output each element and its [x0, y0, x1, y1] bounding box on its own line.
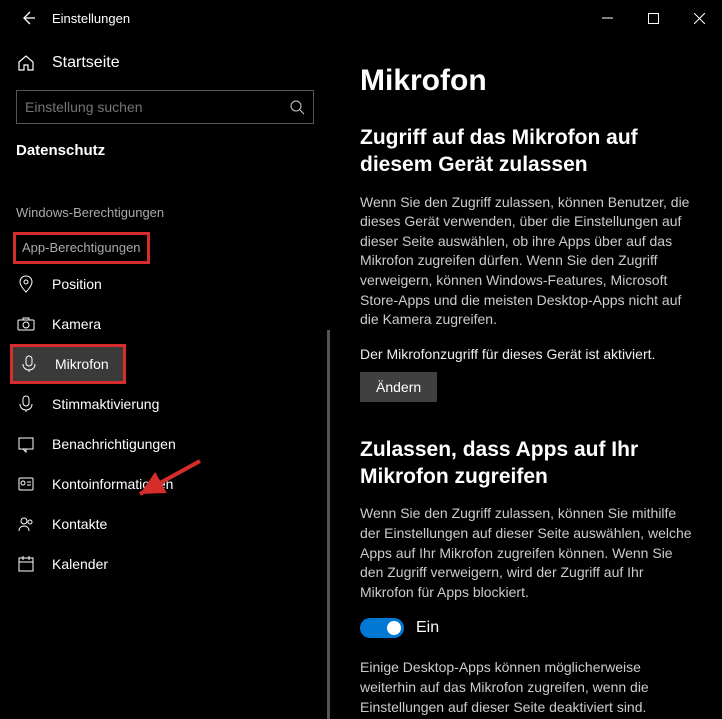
sidebar-item-benachrichtigungen[interactable]: Benachrichtigungen: [0, 424, 330, 464]
section-title: Zulassen, dass Apps auf Ihr Mikrofon zug…: [360, 436, 692, 491]
search-input[interactable]: [16, 90, 314, 124]
change-button[interactable]: Ändern: [360, 372, 437, 402]
account-icon: [16, 475, 36, 493]
sidebar-item-label: Kamera: [52, 316, 101, 332]
sidebar-item-konto[interactable]: Kontoinformationen: [0, 464, 330, 504]
sidebar-item-label: Mikrofon: [55, 356, 109, 372]
titlebar: Einstellungen: [0, 0, 722, 36]
toggle-label: Ein: [416, 619, 439, 637]
section-body: Wenn Sie den Zugriff zulassen, können Si…: [360, 504, 692, 602]
section-windows-perms: Windows-Berechtigungen: [0, 177, 330, 232]
search-icon: [289, 99, 305, 115]
sidebar-item-mikrofon[interactable]: Mikrofon: [13, 347, 123, 381]
section-app-perms: App-Berechtigungen: [13, 232, 150, 264]
home-link[interactable]: Startseite: [0, 44, 330, 82]
sidebar-item-kalender[interactable]: Kalender: [0, 544, 330, 584]
main-content: Mikrofon Zugriff auf das Mikrofon auf di…: [330, 36, 722, 719]
sidebar-item-stimme[interactable]: Stimmaktivierung: [0, 384, 330, 424]
close-button[interactable]: [676, 2, 722, 34]
sidebar-item-position[interactable]: Position: [0, 264, 330, 304]
sidebar-item-label: Position: [52, 276, 102, 292]
scrollbar[interactable]: [327, 330, 330, 719]
search-field[interactable]: [25, 99, 289, 115]
footer-text: Einige Desktop-Apps können möglicherweis…: [360, 658, 692, 719]
sidebar-item-label: Kontoinformationen: [52, 476, 173, 492]
home-label: Startseite: [52, 54, 120, 72]
maximize-button[interactable]: [630, 2, 676, 34]
sidebar-item-kontakte[interactable]: Kontakte: [0, 504, 330, 544]
sidebar-item-label: Kontakte: [52, 516, 107, 532]
microphone-icon: [19, 355, 39, 373]
window-title: Einstellungen: [46, 11, 130, 26]
notifications-icon: [16, 435, 36, 453]
camera-icon: [16, 315, 36, 333]
sidebar-item-label: Benachrichtigungen: [52, 436, 176, 452]
voice-icon: [16, 395, 36, 413]
page-title: Mikrofon: [360, 64, 692, 98]
location-icon: [16, 275, 36, 293]
section-body: Wenn Sie den Zugriff zulassen, können Be…: [360, 193, 692, 330]
category-heading: Datenschutz: [0, 138, 330, 177]
home-icon: [16, 54, 36, 72]
contacts-icon: [16, 515, 36, 533]
sidebar: Startseite Datenschutz Windows-Berechtig…: [0, 36, 330, 719]
minimize-button[interactable]: [584, 2, 630, 34]
calendar-icon: [16, 555, 36, 573]
back-button[interactable]: [10, 0, 46, 36]
access-status: Der Mikrofonzugriff für dieses Gerät ist…: [360, 346, 692, 362]
sidebar-item-label: Stimmaktivierung: [52, 396, 159, 412]
mic-apps-toggle[interactable]: [360, 618, 404, 638]
sidebar-item-label: Kalender: [52, 556, 108, 572]
section-title: Zugriff auf das Mikrofon auf diesem Gerä…: [360, 124, 692, 179]
sidebar-item-kamera[interactable]: Kamera: [0, 304, 330, 344]
